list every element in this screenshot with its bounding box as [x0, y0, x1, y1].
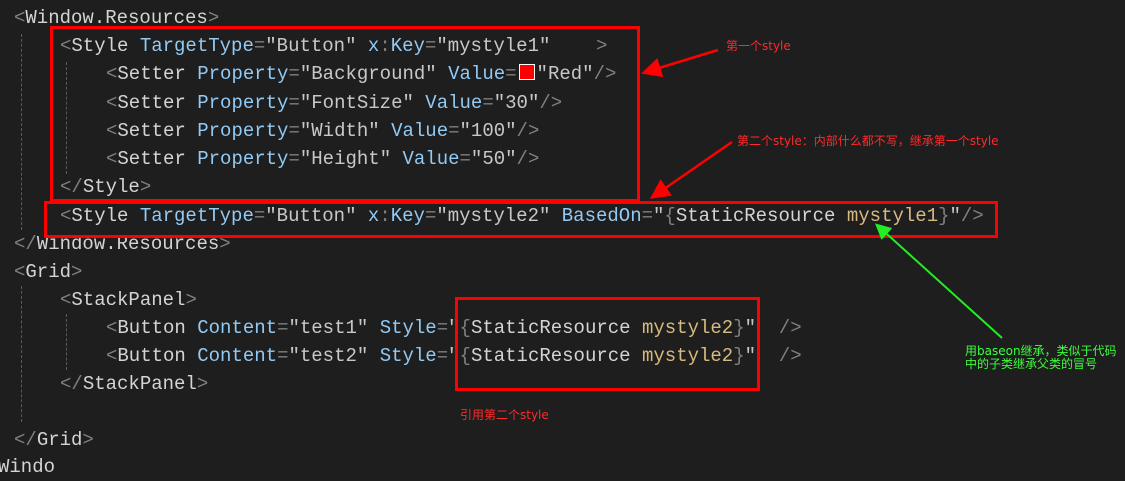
annotation-reference-second-style: 引用第二个style: [460, 408, 549, 422]
arrow-second-style: [649, 140, 733, 199]
arrow-first-style: [641, 48, 719, 78]
annotation-first-style: 第一个style: [726, 39, 791, 53]
annotation-arrows: [641, 48, 1003, 339]
annotation-second-style: 第二个style：内部什么都不写，继承第一个style: [737, 134, 999, 148]
arrow-basedon: [875, 223, 1003, 339]
annotation-basedon: 用baseon继承，类似于代码中的子类继承父类的冒号: [965, 344, 1117, 371]
